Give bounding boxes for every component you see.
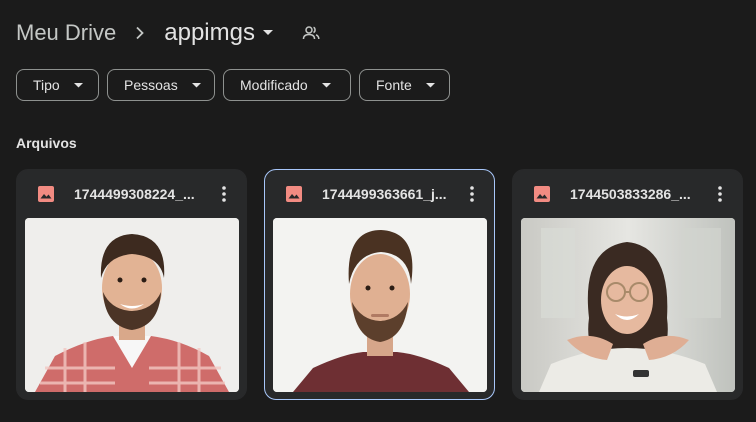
filter-chip-label: Modificado	[240, 77, 308, 93]
file-card-header: 1744499308224_...	[17, 170, 246, 218]
more-options-icon[interactable]	[458, 180, 486, 208]
caret-down-icon	[262, 27, 275, 39]
filter-chip-fonte[interactable]: Fonte	[359, 69, 450, 101]
shared-people-icon[interactable]	[301, 23, 321, 43]
current-folder-menu-button[interactable]: appimgs	[164, 16, 275, 50]
caret-down-icon	[73, 80, 84, 90]
image-file-icon	[285, 185, 303, 203]
filter-chips: Tipo Pessoas Modificado Fonte	[16, 69, 450, 101]
file-card[interactable]: 1744499363661_j...	[264, 169, 495, 400]
filter-chip-pessoas[interactable]: Pessoas	[107, 69, 215, 101]
file-card-header: 1744499363661_j...	[265, 170, 494, 218]
file-grid: 1744499308224_... 1744499363661_j... 174…	[16, 169, 743, 400]
more-options-icon[interactable]	[210, 180, 238, 208]
filter-chip-label: Tipo	[33, 77, 60, 93]
current-folder-name: appimgs	[164, 19, 255, 46]
file-name: 1744499363661_j...	[322, 186, 447, 202]
filter-chip-label: Fonte	[376, 77, 412, 93]
image-file-icon	[533, 185, 551, 203]
file-thumbnail	[273, 218, 487, 392]
breadcrumb: Meu Drive appimgs	[16, 16, 321, 50]
file-card-header: 1744503833286_...	[513, 170, 742, 218]
drive-folder-view: Meu Drive appimgs Tipo Pessoas Modificad…	[0, 0, 756, 422]
file-name: 1744503833286_...	[570, 186, 691, 202]
file-thumbnail	[521, 218, 735, 392]
chevron-right-icon	[130, 23, 150, 43]
filter-chip-tipo[interactable]: Tipo	[16, 69, 99, 101]
more-options-icon[interactable]	[706, 180, 734, 208]
filter-chip-label: Pessoas	[124, 77, 178, 93]
breadcrumb-root-link[interactable]: Meu Drive	[16, 16, 130, 50]
file-card[interactable]: 1744503833286_...	[512, 169, 743, 400]
caret-down-icon	[321, 80, 332, 90]
file-card[interactable]: 1744499308224_...	[16, 169, 247, 400]
image-file-icon	[37, 185, 55, 203]
caret-down-icon	[191, 80, 202, 90]
file-thumbnail	[25, 218, 239, 392]
filter-chip-modificado[interactable]: Modificado	[223, 69, 351, 101]
section-title: Arquivos	[16, 135, 77, 151]
file-name: 1744499308224_...	[74, 186, 195, 202]
caret-down-icon	[425, 80, 436, 90]
